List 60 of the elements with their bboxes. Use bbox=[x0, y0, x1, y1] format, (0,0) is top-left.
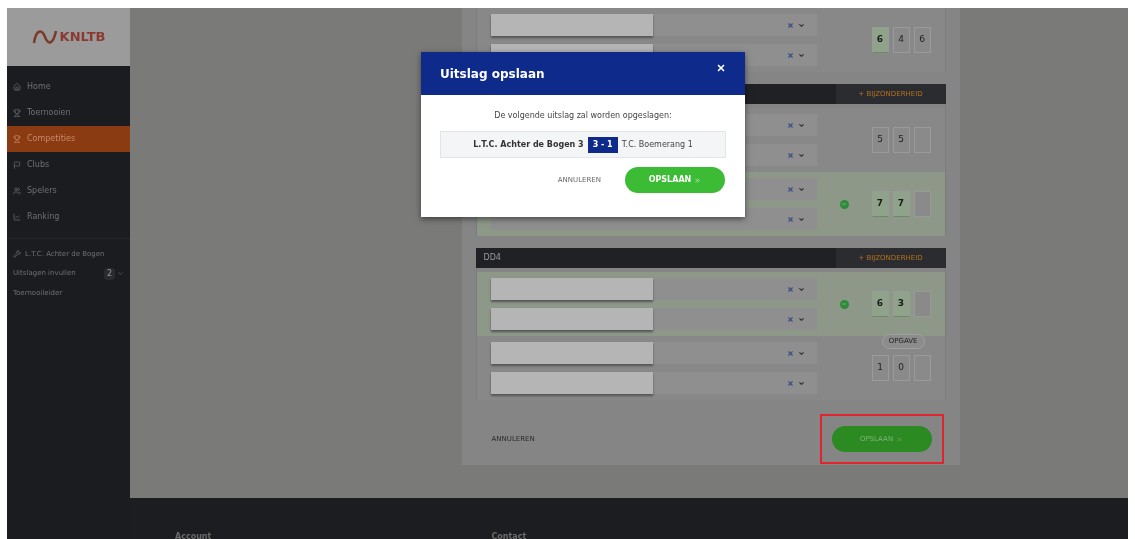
chart-icon bbox=[13, 213, 21, 221]
caret-icon[interactable] bbox=[798, 185, 806, 193]
caret-icon[interactable] bbox=[798, 379, 806, 387]
score-badge: 3 - 1 bbox=[587, 136, 618, 153]
clear-icon[interactable] bbox=[787, 285, 795, 293]
score-field[interactable]: 7 bbox=[871, 191, 889, 217]
caret-icon[interactable] bbox=[798, 285, 806, 293]
trophy-icon bbox=[13, 109, 21, 117]
score-field[interactable]: 4 bbox=[892, 27, 910, 53]
caret-icon[interactable] bbox=[798, 349, 806, 357]
nav-item[interactable]: Home bbox=[7, 74, 130, 100]
clear-icon[interactable] bbox=[787, 21, 795, 29]
footer-heading: Account bbox=[175, 533, 212, 539]
flag-icon bbox=[13, 161, 21, 169]
clear-icon[interactable] bbox=[787, 51, 795, 59]
close-icon[interactable] bbox=[716, 62, 726, 73]
nav-item[interactable]: Clubs bbox=[7, 152, 130, 178]
score-field[interactable]: 5 bbox=[871, 127, 889, 153]
logo-text: KNLTB bbox=[59, 28, 106, 47]
caret-icon[interactable] bbox=[798, 121, 806, 129]
users-icon bbox=[13, 187, 21, 195]
modal-message: De volgende uitslag zal worden opgeslagen: bbox=[493, 110, 673, 122]
caret-icon[interactable] bbox=[798, 315, 806, 323]
logo-icon bbox=[31, 27, 58, 47]
trophy-icon bbox=[13, 135, 21, 143]
modal-save-button[interactable]: OPSLAAN bbox=[625, 167, 725, 193]
clear-icon[interactable] bbox=[787, 151, 795, 159]
clear-icon[interactable] bbox=[787, 185, 795, 193]
caret-icon[interactable] bbox=[798, 21, 806, 29]
wrench-icon bbox=[13, 250, 21, 259]
count-badge: 2 bbox=[103, 267, 115, 280]
home-team: L.T.C. Achter de Bogen 3 bbox=[473, 138, 584, 151]
clear-icon[interactable] bbox=[787, 215, 795, 223]
score-field[interactable]: 6 bbox=[871, 291, 889, 317]
score-field[interactable]: 1 bbox=[871, 355, 889, 381]
score-field[interactable]: 6 bbox=[871, 27, 889, 53]
away-team: T.C. Boemerang 1 bbox=[621, 138, 693, 151]
clear-icon[interactable] bbox=[787, 315, 795, 323]
match-label: DD4 bbox=[482, 252, 501, 264]
modal-title: Uitslag opslaan bbox=[440, 65, 545, 83]
caret-icon[interactable] bbox=[798, 215, 806, 223]
footer-heading: Contact bbox=[491, 533, 527, 539]
clear-icon[interactable] bbox=[787, 349, 795, 357]
nav-item[interactable]: Toernooien bbox=[7, 100, 130, 126]
score-field[interactable]: 5 bbox=[892, 127, 910, 153]
nav-item[interactable]: Spelers bbox=[7, 178, 130, 204]
score-field[interactable]: 0 bbox=[892, 355, 910, 381]
clear-icon[interactable] bbox=[787, 379, 795, 387]
nav-item[interactable]: Competities bbox=[7, 126, 130, 152]
score-field[interactable]: 3 bbox=[892, 291, 910, 317]
caret-icon[interactable] bbox=[117, 270, 124, 277]
home-icon bbox=[13, 83, 21, 91]
nav-item[interactable]: Ranking bbox=[7, 204, 130, 230]
caret-icon[interactable] bbox=[798, 151, 806, 159]
score-field[interactable]: 7 bbox=[892, 191, 910, 217]
clear-icon[interactable] bbox=[787, 121, 795, 129]
chevron-icon bbox=[694, 176, 702, 184]
caret-icon[interactable] bbox=[798, 51, 806, 59]
score-field[interactable]: 6 bbox=[913, 27, 931, 53]
chevron-icon bbox=[896, 435, 904, 443]
